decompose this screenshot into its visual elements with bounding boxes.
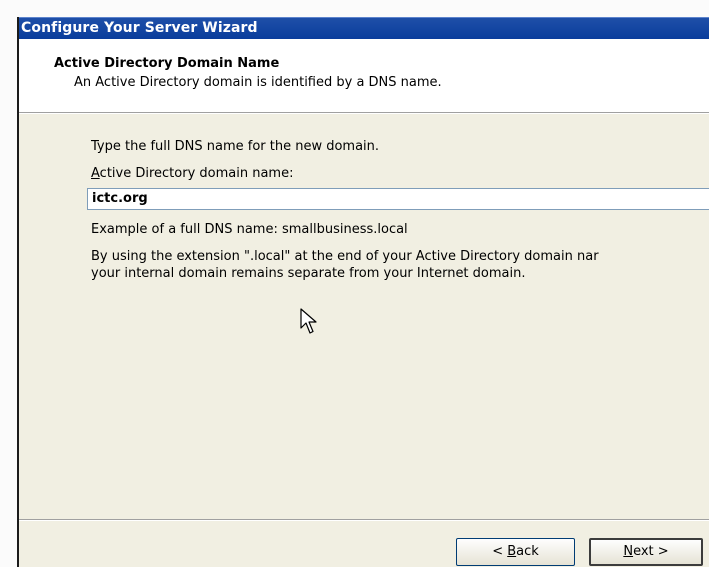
next-rest: ext > xyxy=(633,544,669,559)
window-title: Configure Your Server Wizard xyxy=(21,20,258,36)
note-line-1: By using the extension ".local" at the e… xyxy=(91,249,599,264)
back-rest: ack xyxy=(516,544,539,559)
wizard-header: Active Directory Domain Name An Active D… xyxy=(19,39,709,113)
label-rest: ctive Directory domain name: xyxy=(99,166,294,181)
instruction-text: Type the full DNS name for the new domai… xyxy=(91,139,380,154)
domain-name-input[interactable]: ictc.org xyxy=(87,188,709,210)
back-prefix: < xyxy=(492,544,508,559)
back-button[interactable]: < Back xyxy=(456,538,575,566)
page-title: Active Directory Domain Name xyxy=(54,56,280,71)
footer-divider xyxy=(19,519,709,521)
wizard-body xyxy=(19,114,709,567)
wizard-window: Configure Your Server Wizard Active Dire… xyxy=(17,17,709,567)
domain-field-label: Active Directory domain name: xyxy=(91,166,293,181)
label-accesskey: A xyxy=(91,166,100,181)
title-bar: Configure Your Server Wizard xyxy=(19,17,709,39)
back-accesskey: B xyxy=(507,544,517,559)
next-button[interactable]: Next > xyxy=(589,538,703,566)
next-accesskey: N xyxy=(623,544,634,559)
note-line-2: your internal domain remains separate fr… xyxy=(91,266,526,281)
example-text: Example of a full DNS name: smallbusines… xyxy=(91,222,408,237)
page-subtitle: An Active Directory domain is identified… xyxy=(74,75,442,90)
mouse-pointer-icon xyxy=(300,308,317,334)
